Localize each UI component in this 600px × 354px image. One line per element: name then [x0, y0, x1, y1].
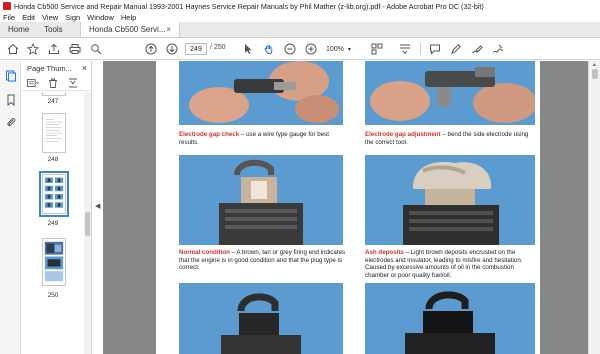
photo-normal-condition [179, 155, 343, 245]
highlight-pen-icon[interactable] [449, 42, 463, 56]
thumbnail-label: 248 [47, 156, 59, 163]
zoom-level-select[interactable]: 100% ▾ [326, 43, 352, 55]
acrobat-app-icon [3, 2, 11, 10]
panel-close-icon[interactable]: × [82, 63, 87, 73]
thumbnail-page-250[interactable] [42, 238, 66, 286]
select-cursor-icon[interactable] [241, 42, 255, 56]
thumbnail-scrollbar-handle[interactable] [85, 212, 90, 236]
scroll-mode-icon[interactable] [398, 42, 412, 56]
hand-tool-icon[interactable] [262, 42, 276, 56]
caption-1: Electrode gap check – use a wire type ga… [179, 131, 343, 146]
tab-tools[interactable]: Tools [36, 22, 80, 37]
bookmark-icon[interactable] [4, 93, 17, 106]
photo-spark-plug-6 [365, 283, 535, 354]
scroll-up-arrow-icon[interactable]: ▲ [592, 62, 597, 68]
panel-title: Page Thum... [27, 63, 72, 73]
window-title: Honda Cb500 Service and Repair Manual 19… [14, 1, 484, 11]
thumbnail-label: 249 [47, 220, 59, 227]
tab-tools-label: Tools [44, 25, 63, 34]
tab-home-label: Home [8, 25, 30, 34]
navigation-rail [0, 61, 21, 354]
delete-page-icon[interactable] [47, 78, 59, 88]
menu-edit[interactable]: Edit [22, 13, 35, 22]
chevron-down-icon: ▾ [347, 46, 351, 53]
thumbnail-options-icon[interactable] [27, 78, 39, 88]
document-scrollbar[interactable]: ▲ [588, 61, 600, 354]
menu-sign[interactable]: Sign [65, 13, 80, 22]
toolbar-divider [420, 43, 421, 55]
thumbnail-page-249[interactable] [39, 171, 69, 217]
draw-icon[interactable] [470, 42, 484, 56]
caption-3: Normal condition – A brown, tan or grey … [179, 249, 347, 272]
menu-view[interactable]: View [42, 13, 58, 22]
sign-icon[interactable] [491, 42, 505, 56]
pdf-page: Electrode gap check – use a wire type ga… [156, 61, 540, 354]
zoom-out-icon[interactable] [283, 42, 297, 56]
tab-home[interactable]: Home [0, 22, 36, 37]
tab-document-label: Honda Cb500 Servi... [89, 25, 166, 34]
thumbnail-scrollbar[interactable] [84, 92, 91, 354]
zoom-level-value: 100% [326, 45, 344, 53]
title-bar: Honda Cb500 Service and Repair Manual 19… [0, 0, 600, 12]
caption-4: Ash deposits – Light brown deposits encr… [365, 249, 537, 279]
photo-ash-deposits [365, 155, 535, 245]
thumbnail-list[interactable]: 247 248 249 250 [22, 92, 84, 354]
tab-document[interactable]: Honda Cb500 Servi... × [80, 22, 180, 37]
photo-spark-plug-5 [179, 283, 343, 354]
photo-electrode-gap-check [179, 61, 343, 125]
extract-pages-icon[interactable] [67, 78, 79, 88]
caption-3-highlight: Normal condition [179, 249, 230, 256]
upload-icon[interactable] [47, 42, 61, 56]
tab-bar: Home Tools Honda Cb500 Servi... × [0, 22, 600, 38]
star-icon[interactable] [26, 42, 40, 56]
page-display-icon[interactable] [370, 42, 384, 56]
home-icon[interactable] [6, 42, 20, 56]
menu-help[interactable]: Help [121, 13, 136, 22]
page-thumbnails-panel: Page Thum... × 247 248 249 250 [22, 61, 92, 354]
search-icon[interactable] [89, 42, 103, 56]
thumbnail-page-247[interactable] [42, 92, 66, 96]
comment-icon[interactable] [428, 42, 442, 56]
next-page-icon[interactable] [165, 42, 179, 56]
caption-2-highlight: Electrode gap adjustment [365, 131, 441, 138]
photo-electrode-gap-adjustment [365, 61, 535, 125]
thumbnail-page-248[interactable] [42, 113, 66, 153]
page-total: / 250 [210, 44, 226, 51]
collapse-panel-icon[interactable]: ◀ [95, 202, 100, 210]
caption-1-highlight: Electrode gap check [179, 131, 240, 138]
page-number-input[interactable]: 249 [185, 43, 207, 55]
document-viewport[interactable]: Electrode gap check – use a wire type ga… [103, 61, 588, 354]
toolbar: 249 / 250 100% ▾ [0, 38, 600, 60]
caption-4-highlight: Ash deposits [365, 249, 404, 256]
tab-close-icon[interactable]: × [166, 25, 171, 34]
menu-window[interactable]: Window [87, 13, 114, 22]
thumbnail-label: 250 [47, 292, 59, 299]
page-thumbnails-icon[interactable] [4, 69, 17, 82]
document-scrollbar-handle[interactable] [592, 69, 598, 79]
zoom-in-icon[interactable] [304, 42, 318, 56]
caption-2: Electrode gap adjustment – bend the side… [365, 131, 535, 146]
attachment-icon[interactable] [4, 115, 17, 128]
print-icon[interactable] [68, 42, 82, 56]
thumbnail-label: 247 [47, 98, 59, 105]
menu-bar: File Edit View Sign Window Help [0, 12, 600, 22]
menu-file[interactable]: File [3, 13, 15, 22]
previous-page-icon[interactable] [144, 42, 158, 56]
